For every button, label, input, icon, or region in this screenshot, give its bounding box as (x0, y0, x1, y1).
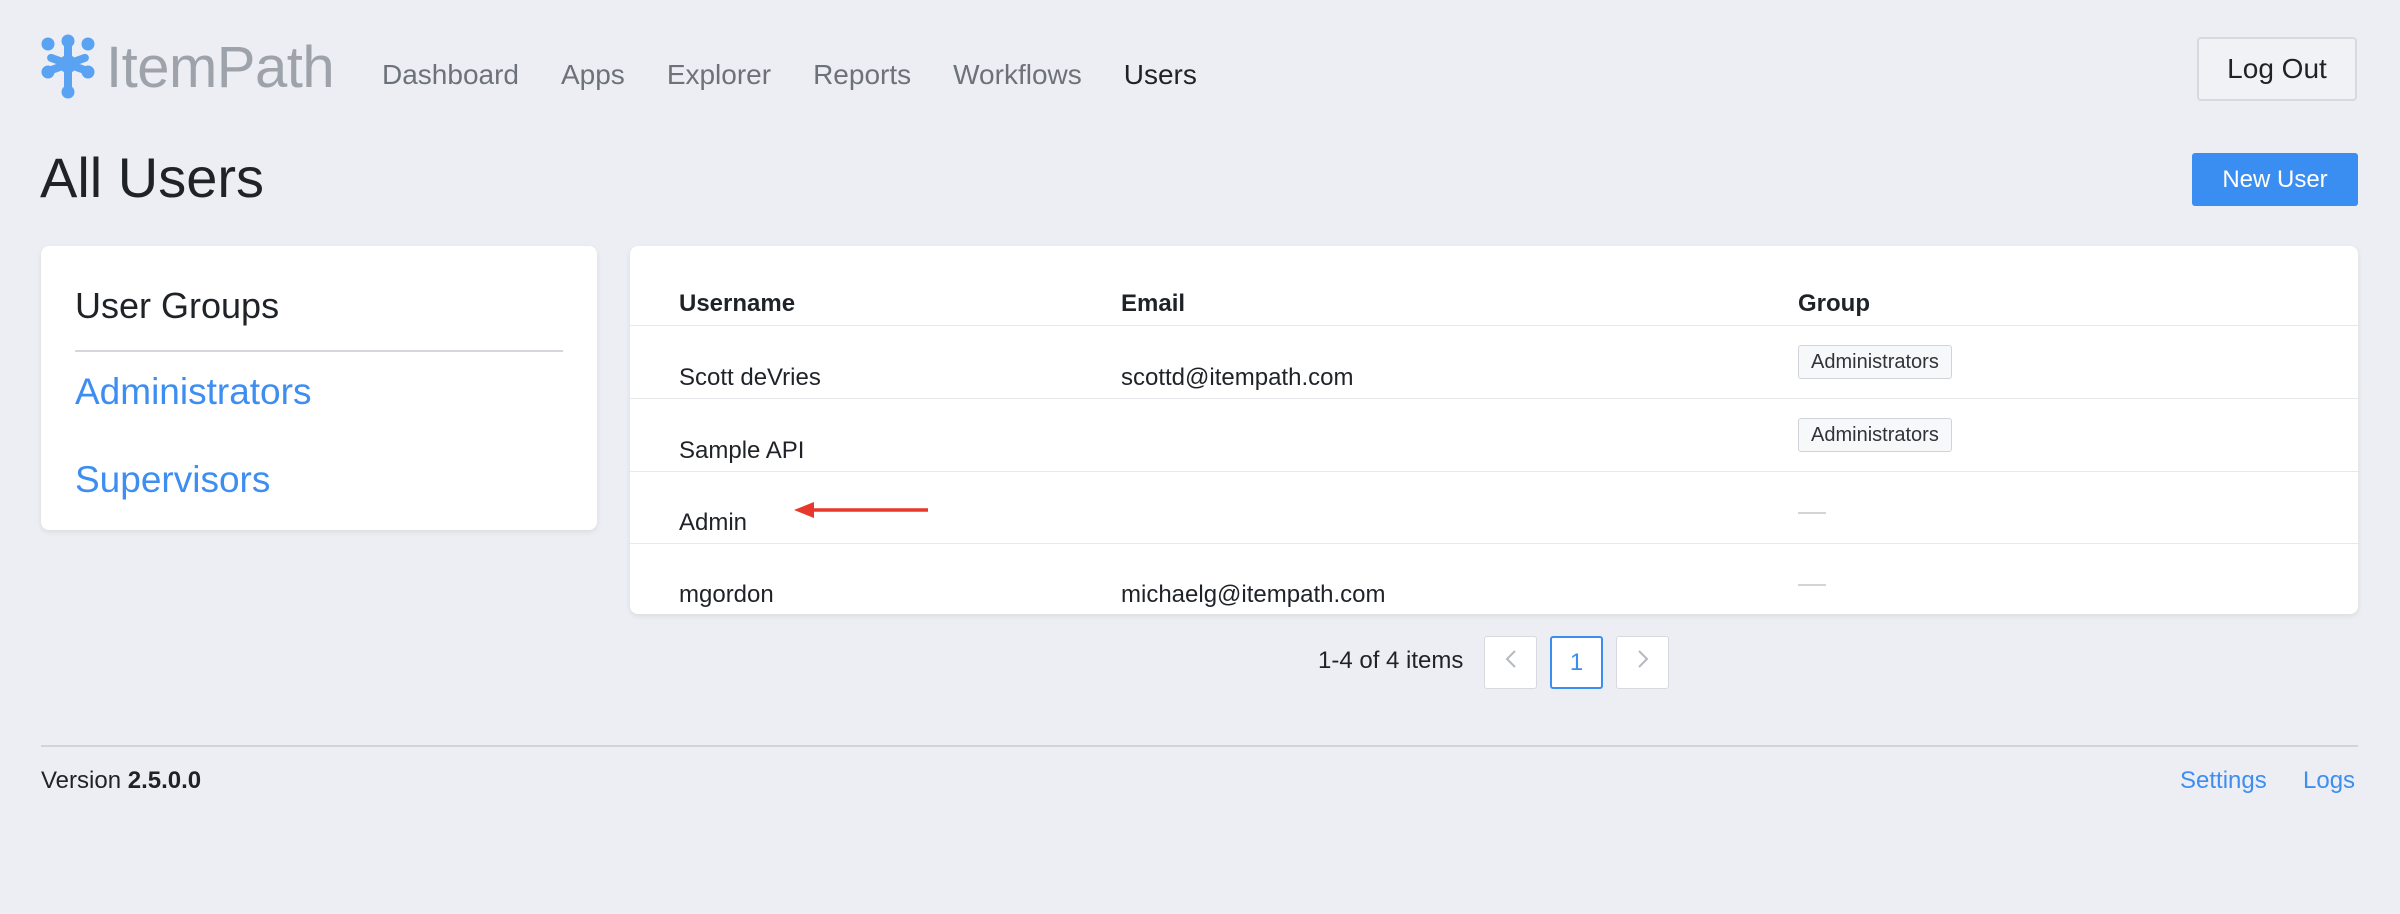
next-page-button[interactable] (1616, 636, 1669, 689)
empty-group-dash (1798, 512, 1826, 514)
page-button-current[interactable]: 1 (1550, 636, 1603, 689)
logs-link[interactable]: Logs (2303, 766, 2355, 796)
column-header-group[interactable]: Group (1798, 289, 1870, 319)
user-groups-panel: User Groups Administrators Supervisors (41, 246, 597, 530)
table-row-username[interactable]: Sample API (679, 436, 804, 466)
row-divider (630, 325, 2358, 326)
group-badge: Administrators (1798, 418, 1952, 452)
logout-button[interactable]: Log Out (2197, 37, 2357, 101)
table-row-username[interactable]: mgordon (679, 580, 774, 610)
table-row-email: michaelg@itempath.com (1121, 581, 1386, 608)
itempath-logo[interactable]: ItemPath (40, 34, 335, 102)
column-header-email[interactable]: Email (1121, 289, 1185, 319)
nav-item-apps[interactable]: Apps (561, 55, 625, 95)
prev-page-button[interactable] (1484, 636, 1537, 689)
table-row-username[interactable]: Admin (679, 508, 747, 538)
version-text: Version 2.5.0.0 (41, 766, 201, 796)
divider (75, 350, 563, 352)
new-user-button[interactable]: New User (2192, 153, 2358, 206)
group-badge: Administrators (1798, 345, 1952, 379)
pagination-info: 1-4 of 4 items (1318, 647, 1464, 674)
row-divider (630, 543, 2358, 544)
nav-item-users[interactable]: Users (1124, 55, 1197, 95)
page-title: All Users (40, 146, 265, 209)
nav-item-workflows[interactable]: Workflows (953, 55, 1082, 95)
brand-name: ItemPath (106, 35, 335, 100)
main-nav: Dashboard Apps Explorer Reports Workflow… (382, 55, 1197, 95)
version-number: 2.5.0.0 (127, 767, 202, 794)
nav-item-explorer[interactable]: Explorer (667, 55, 771, 95)
group-link-supervisors[interactable]: Supervisors (75, 458, 270, 502)
chevron-left-icon (1504, 648, 1518, 677)
footer-divider (41, 745, 2358, 747)
column-header-username[interactable]: Username (679, 289, 795, 319)
row-divider (630, 398, 2358, 399)
empty-group-dash (1798, 584, 1826, 586)
chevron-right-icon (1636, 648, 1650, 677)
version-label: Version (41, 767, 122, 794)
red-arrow-icon (792, 498, 932, 527)
users-table: Username Email Group Scott deVries scott… (630, 246, 2358, 614)
group-link-administrators[interactable]: Administrators (75, 370, 311, 414)
logo-mark-icon (40, 34, 96, 102)
row-divider (630, 471, 2358, 472)
nav-item-reports[interactable]: Reports (813, 55, 911, 95)
table-row-username[interactable]: Scott deVries (679, 363, 821, 393)
user-groups-title: User Groups (75, 285, 280, 326)
settings-link[interactable]: Settings (2180, 766, 2267, 796)
table-row-email: scottd@itempath.com (1121, 364, 1354, 391)
nav-item-dashboard[interactable]: Dashboard (382, 55, 519, 95)
